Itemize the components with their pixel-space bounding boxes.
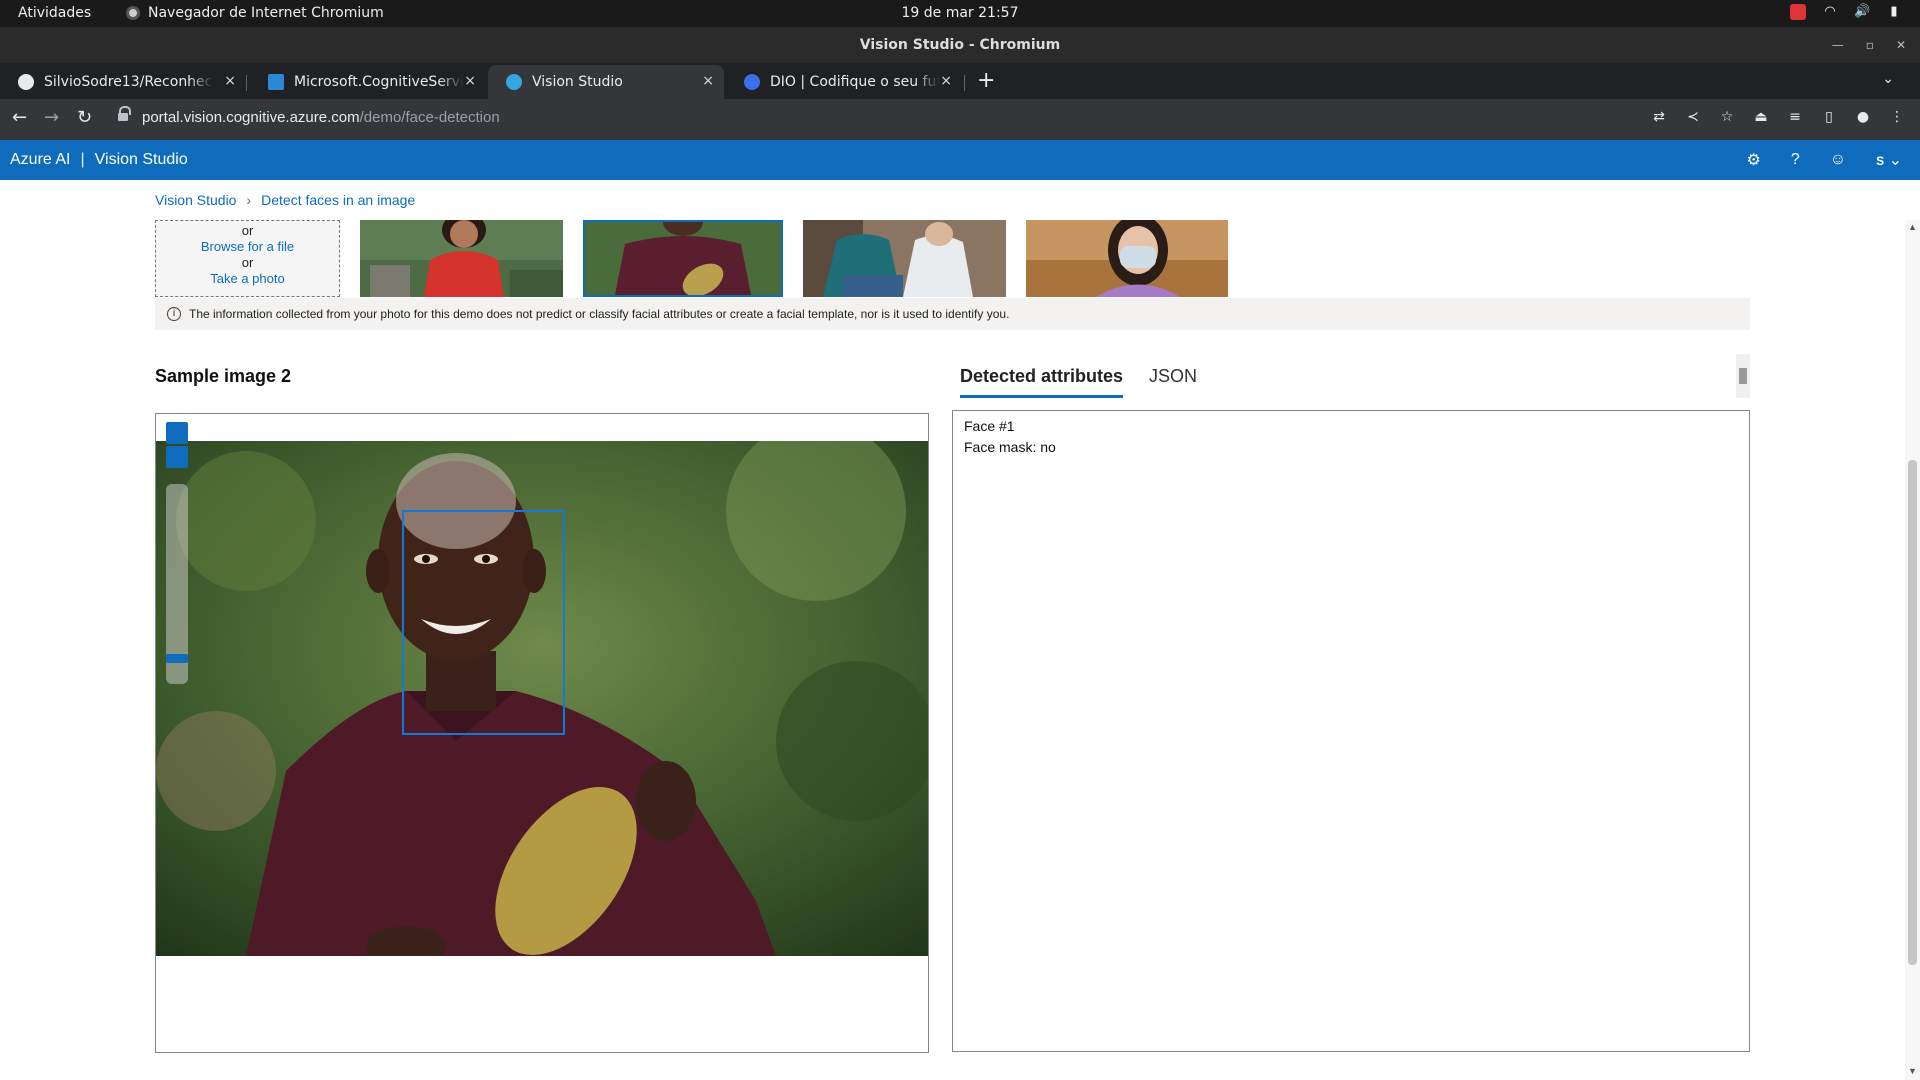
azure-header: Azure AI | Vision Studio ⚙ ? ☺ S ⌄ (0, 140, 1920, 180)
privacy-notice-text: The information collected from your phot… (189, 307, 1010, 321)
sample-thumbnail-2-selected[interactable] (583, 220, 783, 297)
toolbar-actions: ⇄ ≺ ☆ ⏏ ≡ ▯ ● ⋮ (1650, 108, 1906, 126)
header-actions: ⚙ ? ☺ S ⌄ (1747, 150, 1902, 170)
help-icon[interactable]: ? (1791, 151, 1800, 169)
breadcrumb-root[interactable]: Vision Studio (155, 192, 236, 208)
new-tab-button[interactable]: + (977, 68, 995, 93)
tab-search-icon[interactable]: ⌄ (1882, 70, 1894, 87)
chevron-right-icon: › (246, 192, 252, 208)
take-photo-link[interactable]: Take a photo (156, 271, 339, 287)
avatar: S (1876, 154, 1885, 168)
chevron-down-icon: ⌄ (1888, 152, 1902, 169)
feedback-smiley-icon[interactable]: ☺ (1830, 151, 1846, 169)
page-scrollbar[interactable]: ▲ ▼ (1905, 220, 1920, 1080)
tab-vision-studio[interactable]: Vision Studio × (488, 65, 724, 99)
back-icon[interactable]: ← (12, 107, 27, 128)
tab-label: Microsoft.CognitiveServices (294, 74, 464, 90)
battery-icon: ▮ (1890, 4, 1898, 19)
system-tray[interactable]: ◠ 🔊 ▮ (1790, 4, 1902, 20)
azure-icon (268, 74, 284, 90)
url-host: portal.vision.cognitive.azure.com (142, 109, 360, 126)
face-bounding-box (402, 510, 565, 735)
tab-close-icon[interactable]: × (940, 73, 952, 89)
page-scrollbar-thumb[interactable] (1908, 460, 1917, 965)
forward-icon[interactable]: → (44, 107, 59, 128)
reading-list-icon[interactable]: ≡ (1786, 108, 1804, 126)
github-icon (18, 74, 34, 90)
share-icon[interactable]: ≺ (1684, 108, 1702, 126)
sample-image-title: Sample image 2 (155, 366, 292, 386)
brand-separator: | (80, 151, 85, 168)
side-panel-icon[interactable]: ▯ (1820, 108, 1838, 126)
tab-dio[interactable]: DIO | Codifique o seu futuro × (726, 65, 962, 99)
profile-icon[interactable]: ● (1854, 108, 1872, 126)
volume-icon: 🔊 (1854, 4, 1871, 19)
browser-toolbar: ← → ↻ portal.vision.cognitive.azure.com/… (0, 99, 1920, 140)
tab-label: Vision Studio (532, 74, 623, 90)
tab-detected-attributes[interactable]: Detected attributes (960, 366, 1124, 398)
privacy-notice: i The information collected from your ph… (155, 298, 1750, 330)
sample-thumbnail-4[interactable] (1026, 220, 1228, 297)
tab-json[interactable]: JSON (1149, 366, 1197, 398)
account-menu[interactable]: S ⌄ (1876, 150, 1902, 170)
lock-icon[interactable] (118, 106, 131, 123)
clock[interactable]: 19 de mar 21:57 (0, 5, 1920, 21)
tab-separator (246, 75, 247, 91)
face-label: Face #1 (964, 418, 1015, 434)
brand[interactable]: Azure AI | Vision Studio (10, 151, 188, 169)
maximize-icon[interactable]: ▫ (1866, 38, 1874, 52)
tab-cognitive-services[interactable]: Microsoft.CognitiveServices × (250, 65, 486, 99)
tab-close-icon[interactable]: × (224, 73, 236, 89)
url-path: /demo/face-detection (359, 109, 500, 126)
screen-record-icon[interactable] (1790, 4, 1806, 20)
scroll-down-arrow-icon[interactable]: ▼ (1908, 1066, 1917, 1076)
tab-label: DIO | Codifique o seu futuro (770, 74, 940, 90)
menu-kebab-icon[interactable]: ⋮ (1888, 108, 1906, 126)
detected-attributes-panel: Face #1 Face mask: no (952, 410, 1750, 1052)
zoom-slider[interactable] (166, 484, 188, 684)
tab-strip: SilvioSodre13/Reconhecimento × Microsoft… (0, 63, 1920, 99)
tab-close-icon[interactable]: × (702, 73, 714, 89)
settings-gear-icon[interactable]: ⚙ (1747, 150, 1761, 170)
bookmark-star-icon[interactable]: ☆ (1718, 108, 1736, 126)
brand-vision-studio: Vision Studio (94, 151, 188, 168)
tab-close-icon[interactable]: × (464, 73, 476, 89)
sample-thumbnail-3[interactable] (803, 220, 1006, 297)
minimize-icon[interactable]: — (1832, 38, 1844, 52)
face-mask-value: Face mask: no (964, 439, 1056, 455)
breadcrumb-current[interactable]: Detect faces in an image (261, 192, 415, 208)
upload-dropzone[interactable]: or Browse for a file or Take a photo (155, 220, 340, 297)
os-top-bar: Atividades Navegador de Internet Chromiu… (0, 0, 1920, 27)
tabs-scrollbar[interactable] (1736, 354, 1750, 398)
tab-github[interactable]: SilvioSodre13/Reconhecimento × (0, 65, 246, 99)
or-text: or (241, 223, 254, 238)
zoom-out-button[interactable] (166, 446, 188, 468)
labs-flask-icon[interactable]: ⏏ (1752, 108, 1770, 126)
brand-azure-ai: Azure AI (10, 151, 71, 168)
scrollbar-thumb[interactable] (1739, 368, 1747, 384)
close-window-icon[interactable]: ✕ (1896, 38, 1906, 52)
wifi-icon: ◠ (1824, 4, 1836, 19)
tab-label: SilvioSodre13/Reconhecimento (44, 74, 214, 90)
zoom-controls (166, 422, 188, 684)
breadcrumb: Vision Studio › Detect faces in an image (155, 192, 415, 208)
result-tabs: Detected attributes JSON (960, 366, 1197, 398)
address-bar[interactable]: portal.vision.cognitive.azure.com/demo/f… (142, 109, 500, 126)
window-controls: — ▫ ✕ (1832, 27, 1906, 63)
reload-icon[interactable]: ↻ (77, 107, 92, 128)
info-icon: i (167, 307, 181, 321)
sample-thumbnail-1[interactable] (360, 220, 563, 297)
dio-icon (744, 74, 760, 90)
window-title: Vision Studio - Chromium (0, 27, 1920, 63)
scroll-up-arrow-icon[interactable]: ▲ (1908, 222, 1917, 232)
translate-icon[interactable]: ⇄ (1650, 108, 1668, 126)
zoom-in-button[interactable] (166, 422, 188, 444)
tab-separator (964, 75, 965, 91)
vision-studio-icon (506, 74, 522, 90)
zoom-slider-handle[interactable] (166, 654, 188, 663)
or-text: or (241, 255, 254, 270)
browse-file-link[interactable]: Browse for a file (156, 239, 339, 255)
